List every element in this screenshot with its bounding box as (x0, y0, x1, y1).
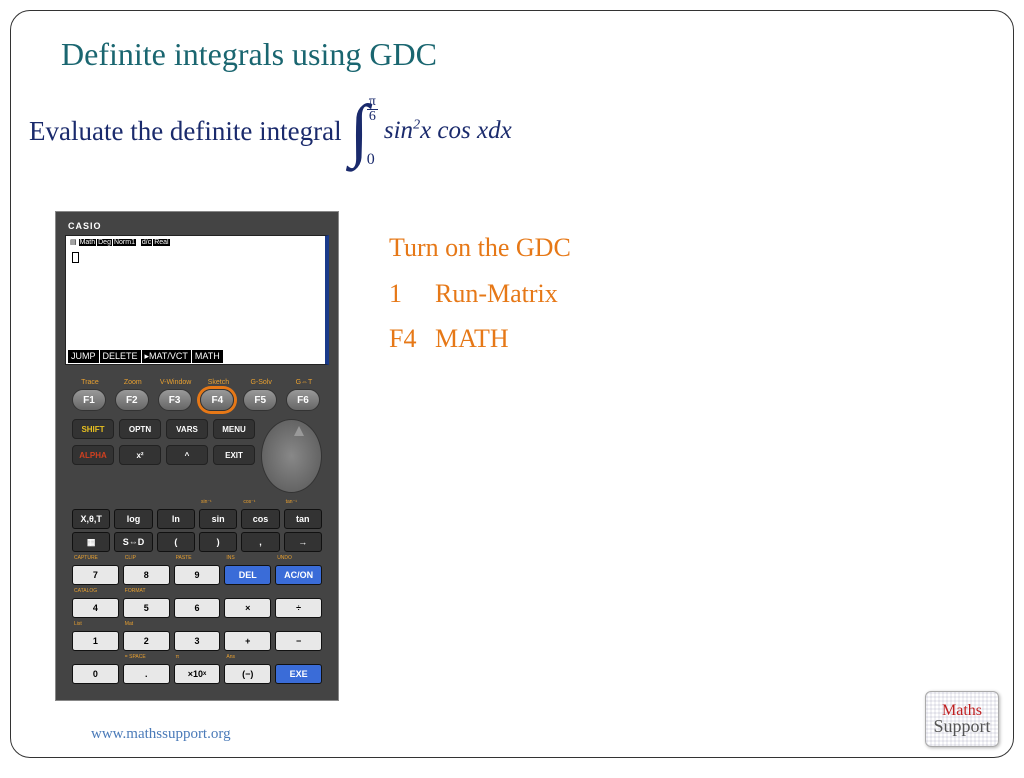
calc-brand: CASIO (68, 221, 332, 231)
upper-denominator: 6 (369, 110, 376, 124)
comma-key[interactable]: , (241, 532, 279, 552)
f5-key[interactable]: G-SolvF5 (243, 379, 279, 411)
f2-key[interactable]: ZoomF2 (115, 379, 151, 411)
problem-statement: Evaluate the definite integral ∫ π 6 0 s… (11, 73, 1013, 171)
key-2[interactable]: 2 (123, 631, 170, 651)
sd-key[interactable]: S⇔D (114, 532, 152, 552)
pow-key[interactable]: ^ (166, 445, 208, 465)
vars-key[interactable]: VARS (166, 419, 208, 439)
key-4[interactable]: 4 (72, 598, 119, 618)
f1-key[interactable]: TraceF1 (72, 379, 108, 411)
ac-key[interactable]: AC/ON (275, 565, 322, 585)
lparen-key[interactable]: ( (157, 532, 195, 552)
minus-key[interactable]: − (275, 631, 322, 651)
ln-key[interactable]: ln (157, 509, 195, 529)
dpad[interactable] (261, 419, 322, 493)
neg-key[interactable]: (−) (224, 664, 271, 684)
arrow-key[interactable]: → (284, 532, 322, 552)
key-1[interactable]: 1 (72, 631, 119, 651)
screen-status: ▤ MathDegNorm1 d/cReal (66, 236, 325, 248)
key-5[interactable]: 5 (123, 598, 170, 618)
exe-key[interactable]: EXE (275, 664, 322, 684)
integral-expression: ∫ π 6 0 sin2x cos xdx (348, 91, 512, 171)
frac-key[interactable]: ▦ (72, 532, 110, 552)
cursor-icon (72, 252, 79, 263)
log-key[interactable]: log (114, 509, 152, 529)
multiply-key[interactable]: × (224, 598, 271, 618)
calculator: CASIO ▤ MathDegNorm1 d/cReal JUMPDELETE▸… (55, 211, 339, 701)
alpha-key[interactable]: ALPHA (72, 445, 114, 465)
function-keys: TraceF1 ZoomF2 V-WindowF3 SketchF4 G-Sol… (62, 365, 332, 417)
xthetat-key[interactable]: X,θ,T (72, 509, 110, 529)
integrand-rest: x cos xdx (420, 117, 512, 144)
plus-key[interactable]: + (224, 631, 271, 651)
key-9[interactable]: 9 (174, 565, 221, 585)
f4-key[interactable]: SketchF4 (200, 379, 236, 411)
footer-url: www.mathssupport.org (91, 726, 231, 743)
menu-key[interactable]: MENU (213, 419, 255, 439)
exp-key[interactable]: ×10ˣ (174, 664, 221, 684)
logo: Maths Support (925, 691, 999, 747)
key-6[interactable]: 6 (174, 598, 221, 618)
divide-key[interactable]: ÷ (275, 598, 322, 618)
step-title: Turn on the GDC (389, 227, 571, 269)
key-0[interactable]: 0 (72, 664, 119, 684)
dot-key[interactable]: . (123, 664, 170, 684)
key-8[interactable]: 8 (123, 565, 170, 585)
page-title: Definite integrals using GDC (11, 11, 1013, 73)
del-key[interactable]: DEL (224, 565, 271, 585)
step-1: 1Run-Matrix (389, 273, 571, 315)
sin-key[interactable]: sin (199, 509, 237, 529)
key-3[interactable]: 3 (174, 631, 221, 651)
instruction-steps: Turn on the GDC 1Run-Matrix F4MATH (389, 227, 571, 360)
tan-key[interactable]: tan (284, 509, 322, 529)
integral-symbol: ∫ (350, 91, 369, 171)
keypad: sin⁻¹cos⁻¹tan⁻¹ X,θ,Tloglnsincostan ▦S⇔D… (62, 495, 332, 688)
screen-menu: JUMPDELETE▸MAT/VCTMATH (68, 350, 223, 363)
control-row: SHIFTOPTNVARSMENU ALPHAx²^EXIT (62, 417, 332, 495)
integrand-exponent: 2 (413, 118, 420, 133)
logo-line2: Support (933, 718, 990, 734)
x2-key[interactable]: x² (119, 445, 161, 465)
step-2: F4MATH (389, 318, 571, 360)
optn-key[interactable]: OPTN (119, 419, 161, 439)
integrand-sin: sin (384, 117, 413, 144)
integrand: sin2x cos xdx (384, 117, 512, 145)
problem-text: Evaluate the definite integral (29, 116, 342, 147)
shift-key[interactable]: SHIFT (72, 419, 114, 439)
f6-key[interactable]: G⇔TF6 (286, 379, 322, 411)
key-7[interactable]: 7 (72, 565, 119, 585)
exit-key[interactable]: EXIT (213, 445, 255, 465)
rparen-key[interactable]: ) (199, 532, 237, 552)
f3-key[interactable]: V-WindowF3 (158, 379, 194, 411)
cos-key[interactable]: cos (241, 509, 279, 529)
calc-screen: ▤ MathDegNorm1 d/cReal JUMPDELETE▸MAT/VC… (65, 235, 329, 365)
